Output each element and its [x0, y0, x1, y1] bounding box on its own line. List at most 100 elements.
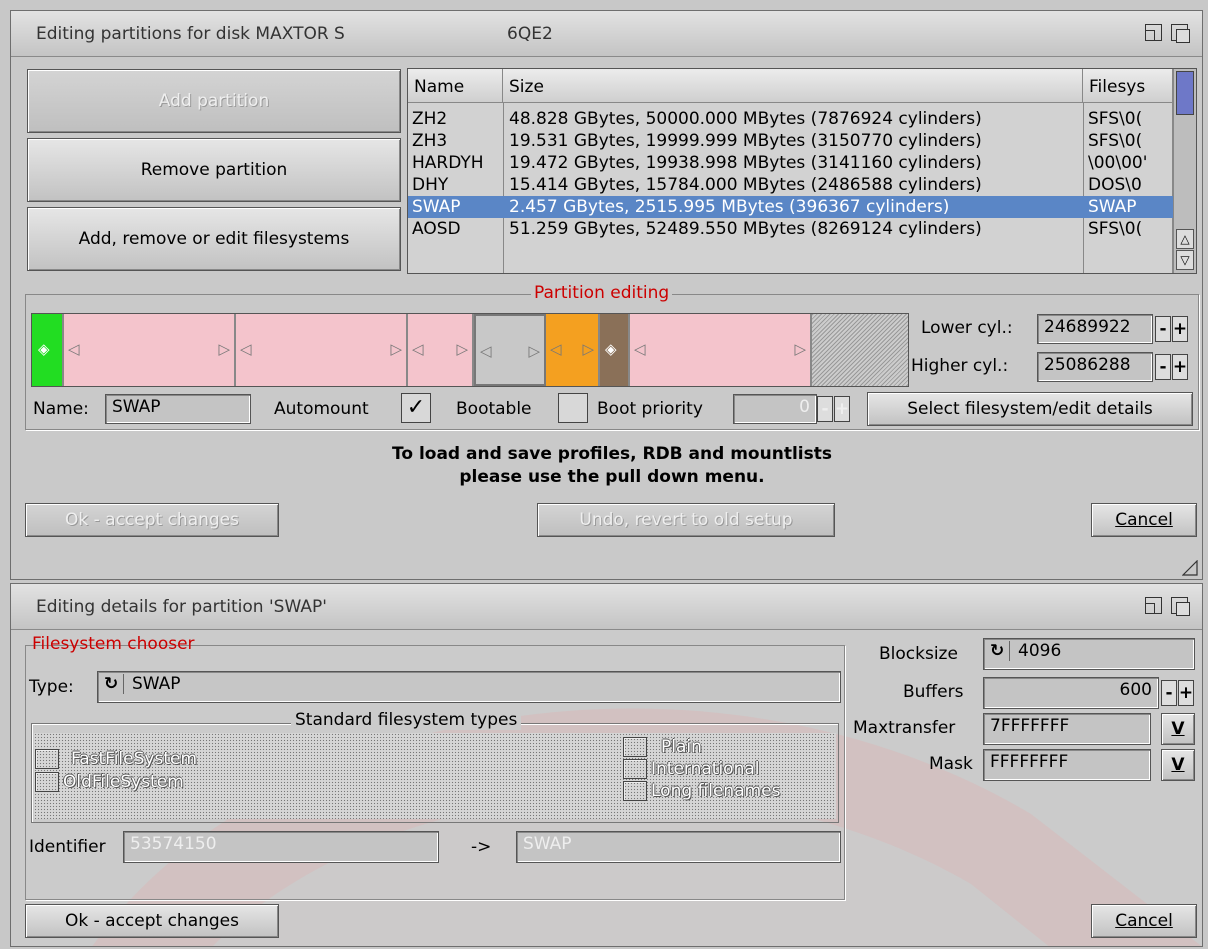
bootable-checkbox[interactable]	[558, 393, 588, 423]
automount-label: Automount	[274, 399, 369, 419]
cell-filesystem: SFS\0(	[1088, 109, 1143, 129]
add-partition-button[interactable]: Add partition	[27, 69, 401, 133]
long-filenames-checkbox[interactable]	[623, 781, 647, 801]
zoom-icon[interactable]	[1145, 24, 1162, 41]
undo-button[interactable]: Undo, revert to old setup	[537, 503, 835, 537]
resize-handle-icon[interactable]	[1182, 560, 1198, 576]
plain-checkbox[interactable]	[623, 737, 647, 757]
name-label: Name:	[33, 399, 89, 419]
depth-icon[interactable]	[1171, 24, 1190, 43]
table-row[interactable]: HARDYH 19.472 GBytes, 19938.998 MBytes (…	[408, 152, 1173, 174]
partition-bar[interactable]: ◈ ◁ ▷ ◁ ▷ ◁ ▷ ◁ ▷ ◁ ▷ ◈ ◁ ▷	[31, 313, 909, 387]
cancel-button[interactable]: Cancel	[1091, 503, 1197, 537]
scroll-down-arrow-icon[interactable]: ▽	[1176, 250, 1194, 270]
depth-icon[interactable]	[1171, 597, 1190, 616]
higher-cyl-decrement-button[interactable]: -	[1155, 354, 1171, 380]
old-fs-label: OldFileSystem	[63, 772, 184, 792]
partition-segment[interactable]: ◁ ▷	[64, 314, 236, 386]
cell-size: 48.828 GBytes, 50000.000 MBytes (7876924…	[509, 109, 982, 129]
ok-accept-button[interactable]: Ok - accept changes	[25, 904, 279, 938]
buffers-decrement-button[interactable]: -	[1161, 680, 1177, 706]
select-filesystem-button[interactable]: Select filesystem/edit details	[867, 392, 1193, 426]
lower-cyl-decrement-button[interactable]: -	[1155, 316, 1171, 342]
boot-priority-increment-button: +	[834, 396, 850, 422]
bootable-label: Bootable	[456, 399, 532, 419]
cell-filesystem: \00\00'	[1088, 153, 1148, 173]
cancel-label: Cancel	[1115, 510, 1173, 530]
column-header-size[interactable]: Size	[503, 69, 1083, 103]
buffers-input[interactable]: 600	[983, 677, 1159, 709]
ok-accept-button[interactable]: Ok - accept changes	[25, 503, 279, 537]
filesystems-button[interactable]: Add, remove or edit filesystems	[27, 207, 401, 271]
fast-fs-label: FastFileSystem	[71, 749, 197, 769]
cell-size: 15.414 GBytes, 15784.000 MBytes (2486588…	[509, 175, 982, 195]
identifier-text-field: SWAP	[516, 831, 841, 863]
higher-cyl-label: Higher cyl.:	[911, 356, 1009, 376]
partition-segment-selected[interactable]: ◁ ▷	[474, 314, 546, 386]
lower-cyl-increment-button[interactable]: +	[1172, 316, 1188, 342]
cancel-button[interactable]: Cancel	[1091, 904, 1197, 938]
scroll-up-arrow-icon[interactable]: △	[1176, 229, 1194, 249]
partition-editing-title: Partition editing	[531, 283, 673, 303]
table-row-selected[interactable]: SWAP 2.457 GBytes, 2515.995 MBytes (3963…	[408, 196, 1173, 218]
zoom-icon[interactable]	[1145, 597, 1162, 614]
blocksize-cycle-button[interactable]: ↻ 4096	[983, 638, 1195, 670]
title-bar[interactable]: Editing partitions for disk MAXTOR S 6QE…	[11, 11, 1202, 57]
free-space-segment[interactable]	[812, 314, 908, 386]
type-value: SWAP	[132, 674, 181, 694]
buffers-increment-button[interactable]: +	[1178, 680, 1194, 706]
fast-fs-checkbox[interactable]	[35, 749, 59, 769]
filesystems-button-label: Add, remove or edit filesystems	[78, 229, 350, 249]
title-bar[interactable]: Editing details for partition 'SWAP'	[11, 584, 1202, 630]
remove-partition-button[interactable]: Remove partition	[27, 138, 401, 202]
partition-name-input[interactable]: SWAP	[105, 394, 251, 424]
long-filenames-label: Long filenames	[651, 781, 781, 801]
vertical-scrollbar[interactable]: △ ▽	[1173, 69, 1196, 273]
automount-checkbox[interactable]: ✓	[401, 393, 431, 423]
partition-segment[interactable]: ◈	[600, 314, 630, 386]
higher-cyl-increment-button[interactable]: +	[1172, 354, 1188, 380]
partition-segment[interactable]: ◁ ▷	[236, 314, 408, 386]
ok-label: Ok - accept changes	[64, 911, 240, 931]
cell-name: AOSD	[412, 219, 461, 239]
cell-filesystem: SFS\0(	[1088, 219, 1143, 239]
partition-segment[interactable]: ◁ ▷	[408, 314, 474, 386]
column-header-filesystem[interactable]: Filesys	[1083, 69, 1173, 103]
mask-popup-button[interactable]: V	[1161, 749, 1195, 781]
cell-filesystem: DOS\0	[1088, 175, 1142, 195]
maxtransfer-popup-button[interactable]: V	[1161, 713, 1195, 745]
v-label: V	[1171, 719, 1185, 739]
table-row[interactable]: ZH2 48.828 GBytes, 50000.000 MBytes (787…	[408, 108, 1173, 130]
blocksize-value: 4096	[1018, 641, 1062, 661]
maxtransfer-input[interactable]: 7FFFFFFF	[983, 713, 1151, 745]
identifier-input: 53574150	[123, 831, 439, 863]
partition-segment-active[interactable]: ◈	[32, 314, 64, 386]
cell-size: 51.259 GBytes, 52489.550 MBytes (8269124…	[509, 219, 982, 239]
partition-segment[interactable]: ◁ ▷	[630, 314, 812, 386]
boot-priority-input: 0	[733, 394, 817, 424]
resize-handle-icon[interactable]	[1182, 946, 1198, 947]
mask-input[interactable]: FFFFFFFF	[983, 749, 1151, 781]
cycle-icon: ↻	[990, 641, 1010, 661]
v-label: V	[1171, 755, 1185, 775]
buffers-label: Buffers	[903, 682, 964, 702]
partition-segment[interactable]: ◁ ▷	[546, 314, 600, 386]
old-fs-checkbox[interactable]	[35, 772, 59, 792]
info-line-2: please use the pull down menu.	[459, 467, 765, 487]
higher-cyl-input[interactable]: 25086288	[1037, 352, 1153, 382]
column-header-name[interactable]: Name	[408, 69, 503, 103]
window-title: Editing partitions for disk MAXTOR S	[36, 24, 345, 44]
info-panel: To load and save profiles, RDB and mount…	[25, 436, 1199, 498]
table-row[interactable]: AOSD 51.259 GBytes, 52489.550 MBytes (82…	[408, 218, 1173, 240]
lower-cyl-input[interactable]: 24689922	[1037, 314, 1153, 344]
window-title-suffix: 6QE2	[507, 24, 553, 44]
scrollbar-knob[interactable]	[1176, 71, 1194, 115]
partition-list[interactable]: Name Size Filesys ZH2 48.828 GBytes, 500…	[407, 68, 1197, 274]
cell-filesystem: SFS\0(	[1088, 131, 1143, 151]
table-row[interactable]: ZH3 19.531 GBytes, 19999.999 MBytes (315…	[408, 130, 1173, 152]
type-cycle-button[interactable]: ↻ SWAP	[97, 671, 841, 703]
international-checkbox[interactable]	[623, 759, 647, 779]
cancel-label: Cancel	[1115, 911, 1173, 931]
partition-details-window: Editing details for partition 'SWAP' Fil…	[10, 583, 1203, 947]
table-row[interactable]: DHY 15.414 GBytes, 15784.000 MBytes (248…	[408, 174, 1173, 196]
